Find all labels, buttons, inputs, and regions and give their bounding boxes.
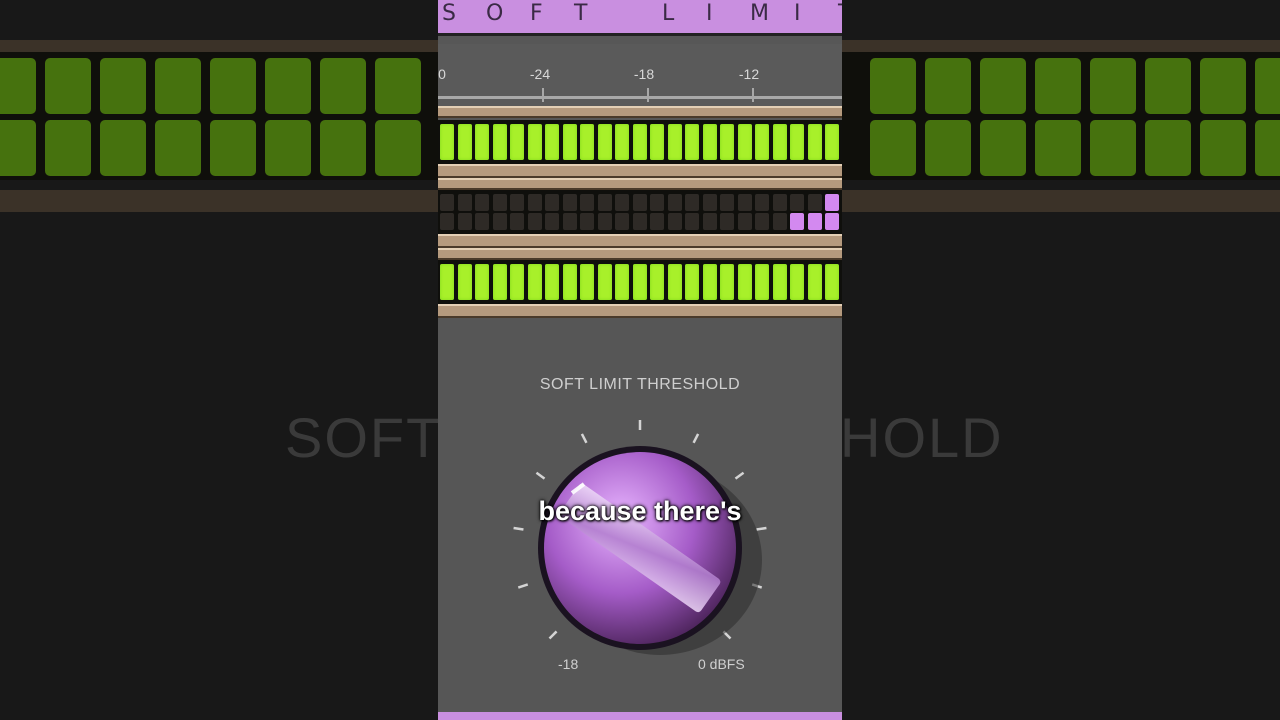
backdrop-meter-cell	[980, 58, 1026, 114]
backdrop-meter-cell	[210, 120, 256, 176]
knob-tick	[535, 471, 546, 480]
backdrop-meter-cell	[155, 120, 201, 176]
backdrop-meter-cell	[155, 58, 201, 114]
backdrop-meter-cell	[1035, 58, 1081, 114]
backdrop-meter-cell	[925, 120, 971, 176]
backdrop-meter-cell	[1255, 120, 1280, 176]
backdrop-meter-cell	[1035, 120, 1081, 176]
backdrop-meter-cell	[980, 120, 1026, 176]
backdrop-meter-cell	[1090, 120, 1136, 176]
backdrop-meter-cell	[1145, 120, 1191, 176]
soft-limit-plugin-panel: SOFTLIMIT 0 -24 -18 -12 SOFT LIMIT THRES…	[438, 0, 842, 720]
knob-tick	[548, 630, 558, 640]
backdrop-meter-cell	[375, 58, 421, 114]
backdrop-meter-cell	[1200, 58, 1246, 114]
backdrop-meter-cell	[100, 120, 146, 176]
backdrop-meter-cell	[1200, 120, 1246, 176]
backdrop-text-left: SOFT	[285, 406, 443, 469]
backdrop-meter-cell	[375, 120, 421, 176]
backdrop-meter-cell	[0, 58, 36, 114]
backdrop-meter-cell	[265, 120, 311, 176]
knob-max-label: 0 dBFS	[698, 656, 745, 672]
bottom-accent-strip	[438, 712, 842, 720]
backdrop-meter-cell	[1255, 58, 1280, 114]
knob-tick	[580, 433, 588, 444]
backdrop-meter-cell	[1090, 58, 1136, 114]
backdrop-meter-cell	[1145, 58, 1191, 114]
backdrop-meter-cell	[210, 58, 256, 114]
backdrop-meter-cell	[45, 120, 91, 176]
backdrop-meter-cell	[320, 58, 366, 114]
backdrop-meter-cell	[320, 120, 366, 176]
threshold-knob-graphic	[513, 420, 767, 655]
knob-tick	[756, 526, 767, 531]
backdrop-text-right: HOLD	[840, 406, 1004, 469]
backdrop-meter-cell	[265, 58, 311, 114]
backdrop-meter-cell	[870, 120, 916, 176]
backdrop-meter-cell	[0, 120, 36, 176]
knob-tick	[734, 471, 745, 480]
knob-tick	[692, 433, 700, 444]
backdrop-meter-cell	[45, 58, 91, 114]
backdrop-meter-cell	[100, 58, 146, 114]
knob-min-label: -18	[558, 656, 579, 672]
knob-tick	[513, 526, 524, 531]
backdrop-meter-cell	[870, 58, 916, 114]
knob-tick	[517, 583, 529, 589]
backdrop-meter-cell	[925, 58, 971, 114]
video-caption: because there's	[538, 496, 742, 526]
